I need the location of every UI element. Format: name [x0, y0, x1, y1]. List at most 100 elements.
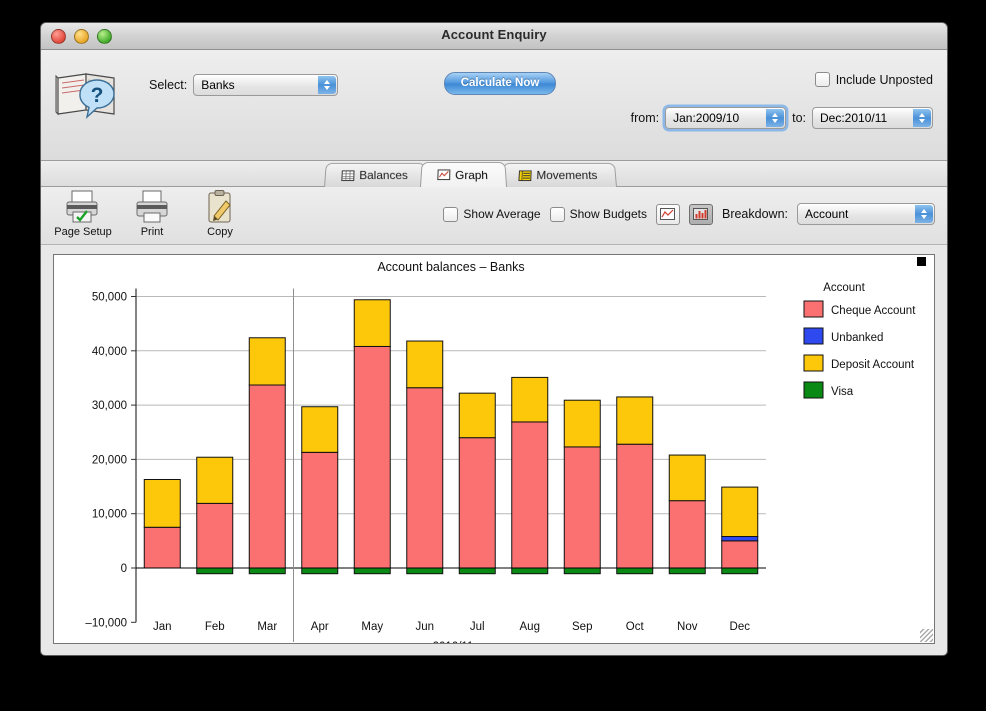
bar-segment-visa[interactable] — [512, 568, 548, 574]
query-panel: ? Select: Banks Calculate Now Include Un… — [41, 50, 947, 161]
breakdown-label: Breakdown: — [722, 207, 788, 221]
bar-segment[interactable] — [302, 452, 338, 568]
bar-chart-mode-button[interactable] — [689, 204, 713, 225]
printer-icon — [121, 190, 183, 224]
bar-segment[interactable] — [302, 407, 338, 453]
bar-segment[interactable] — [722, 537, 758, 541]
bar-segment-visa[interactable] — [302, 568, 338, 574]
bar-segment-visa[interactable] — [249, 568, 285, 574]
tab-balances[interactable]: Balances — [324, 163, 427, 187]
bar-segment[interactable] — [459, 438, 495, 568]
y-tick-label: 40,000 — [92, 346, 127, 358]
page-setup-button[interactable]: Page Setup — [52, 190, 114, 238]
x-tick-label: May — [361, 621, 383, 633]
bar-segment-visa[interactable] — [197, 568, 233, 574]
bar-segment[interactable] — [669, 455, 705, 501]
bar-segment-visa[interactable] — [669, 568, 705, 574]
legend-swatch — [804, 301, 823, 317]
x-tick-label: Jan — [153, 621, 172, 633]
bar-segment-visa[interactable] — [354, 568, 390, 574]
select-dropdown[interactable]: Banks — [193, 74, 338, 96]
to-date-value: Dec:2010/11 — [820, 111, 887, 125]
copy-button[interactable]: Copy — [189, 190, 251, 238]
tab-movements-label: Movements — [536, 169, 598, 183]
calculate-now-button[interactable]: Calculate Now — [444, 72, 556, 95]
x-tick-label: Jun — [415, 621, 434, 633]
tab-graph[interactable]: Graph — [420, 162, 507, 187]
bar-group[interactable] — [564, 400, 600, 573]
include-unposted-checkbox[interactable] — [815, 72, 830, 87]
bar-segment[interactable] — [407, 341, 443, 388]
include-unposted-row[interactable]: Include Unposted — [815, 72, 933, 87]
to-date-dropdown[interactable]: Dec:2010/11 — [812, 107, 933, 129]
bar-segment[interactable] — [407, 388, 443, 568]
bar-group[interactable] — [617, 397, 653, 574]
from-label: from: — [631, 111, 659, 125]
legend-title: Account — [823, 282, 865, 294]
show-average-row[interactable]: Show Average — [443, 207, 540, 222]
bar-segment[interactable] — [144, 527, 180, 568]
chevron-updown-icon — [766, 109, 784, 127]
chevron-updown-icon — [318, 76, 336, 94]
bar-segment[interactable] — [669, 501, 705, 568]
bar-segment-visa[interactable] — [564, 568, 600, 574]
show-average-checkbox[interactable] — [443, 207, 458, 222]
x-tick-label: Feb — [205, 621, 225, 633]
bar-group[interactable] — [512, 377, 548, 573]
bar-segment[interactable] — [512, 422, 548, 568]
page-setup-label: Page Setup — [52, 226, 114, 238]
bar-segment[interactable] — [249, 385, 285, 568]
bar-group[interactable] — [354, 300, 390, 574]
bar-group[interactable] — [249, 338, 285, 574]
bar-group[interactable] — [407, 341, 443, 574]
bar-segment[interactable] — [512, 377, 548, 422]
y-tick-label: 50,000 — [92, 292, 127, 304]
chevron-updown-icon — [915, 205, 933, 223]
resize-grip[interactable] — [920, 629, 933, 642]
bar-segment-visa[interactable] — [617, 568, 653, 574]
legend-label: Unbanked — [831, 332, 883, 344]
bar-segment[interactable] — [617, 397, 653, 444]
chart-title: Account balances – Banks — [377, 260, 524, 274]
bar-group[interactable] — [302, 407, 338, 574]
bar-segment[interactable] — [197, 457, 233, 503]
bar-segment[interactable] — [354, 346, 390, 568]
bar-segment[interactable] — [617, 444, 653, 568]
clipboard-pencil-icon — [189, 190, 251, 224]
tab-movements[interactable]: Movements — [501, 163, 617, 187]
list-icon — [518, 170, 531, 181]
bar-group[interactable] — [722, 487, 758, 574]
graph-options: Show Average Show Budgets — [443, 203, 935, 225]
bar-segment[interactable] — [722, 541, 758, 568]
bar-group[interactable] — [197, 457, 233, 573]
bar-segment[interactable] — [722, 487, 758, 536]
bar-group[interactable] — [669, 455, 705, 574]
bar-segment[interactable] — [144, 479, 180, 527]
breakdown-value: Account — [805, 207, 848, 221]
x-tick-label: Mar — [257, 621, 277, 633]
bar-segment-visa[interactable] — [722, 568, 758, 574]
bar-segment[interactable] — [249, 338, 285, 385]
bar-group[interactable] — [144, 479, 180, 568]
bar-segment[interactable] — [564, 447, 600, 568]
show-budgets-checkbox[interactable] — [550, 207, 565, 222]
bar-group[interactable] — [459, 393, 495, 574]
y-tick-label: –10,000 — [85, 617, 127, 629]
ledger-help-icon: ? — [54, 64, 124, 126]
breakdown-dropdown[interactable]: Account — [797, 203, 935, 225]
bar-segment-visa[interactable] — [407, 568, 443, 574]
show-budgets-row[interactable]: Show Budgets — [550, 207, 647, 222]
select-row: Select: Banks — [149, 74, 338, 96]
show-average-label: Show Average — [463, 207, 540, 221]
line-chart-mode-button[interactable] — [656, 204, 680, 225]
x-tick-label: Aug — [520, 621, 540, 633]
from-date-dropdown[interactable]: Jan:2009/10 — [665, 107, 786, 129]
grid-icon — [341, 170, 354, 181]
bar-segment[interactable] — [197, 503, 233, 568]
print-button[interactable]: Print — [121, 190, 183, 238]
bar-segment[interactable] — [459, 393, 495, 438]
print-label: Print — [121, 226, 183, 238]
bar-segment-visa[interactable] — [459, 568, 495, 574]
bar-segment[interactable] — [354, 300, 390, 347]
bar-segment[interactable] — [564, 400, 600, 447]
